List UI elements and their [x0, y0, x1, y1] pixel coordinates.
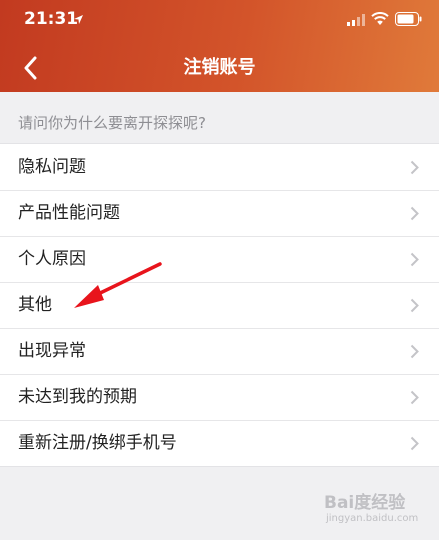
baidu-jingyan-watermark: Bai度经验 jingyan.baidu.com: [322, 486, 422, 532]
chevron-right-icon: [410, 206, 419, 221]
chevron-right-icon: [410, 344, 419, 359]
reason-item-abnormal[interactable]: 出现异常: [0, 328, 439, 374]
reason-item-performance[interactable]: 产品性能问题: [0, 190, 439, 236]
signal-icon: [347, 14, 365, 26]
status-bar: 21:31: [0, 0, 439, 40]
reason-item-expectation[interactable]: 未达到我的预期: [0, 374, 439, 420]
back-chevron-icon: [24, 56, 37, 80]
chevron-right-icon: [410, 298, 419, 313]
reason-label: 个人原因: [18, 249, 86, 269]
reason-item-other[interactable]: 其他: [0, 282, 439, 328]
page-title: 注销账号: [183, 57, 256, 78]
battery-icon: [395, 12, 422, 26]
reason-label: 产品性能问题: [18, 203, 120, 223]
chevron-right-icon: [410, 390, 419, 405]
nav-bar: 注销账号: [0, 44, 439, 92]
reason-label: 其他: [18, 295, 52, 315]
watermark-url: jingyan.baidu.com: [326, 513, 419, 524]
reason-label: 重新注册/换绑手机号: [18, 433, 177, 453]
status-time: 21:31: [24, 9, 79, 29]
back-button[interactable]: [14, 50, 46, 86]
reason-label: 隐私问题: [18, 157, 86, 177]
reason-list: 隐私问题 产品性能问题 个人原因 其他 出现异常 未达到我的预期 重新注册/换绑…: [0, 143, 439, 467]
reason-item-personal[interactable]: 个人原因: [0, 236, 439, 282]
reason-label: 未达到我的预期: [18, 387, 137, 407]
chevron-right-icon: [410, 160, 419, 175]
reason-label: 出现异常: [18, 341, 86, 361]
chevron-right-icon: [410, 252, 419, 267]
watermark-brand: Bai度经验: [324, 493, 406, 513]
reason-prompt: 请问你为什么要离开探探呢?: [18, 114, 206, 132]
reason-item-privacy[interactable]: 隐私问题: [0, 144, 439, 190]
location-arrow-icon: [74, 15, 83, 24]
chevron-right-icon: [410, 436, 419, 451]
reason-item-reregister[interactable]: 重新注册/换绑手机号: [0, 420, 439, 466]
header: 21:31 注销账号: [0, 0, 439, 92]
wifi-icon: [371, 12, 389, 25]
